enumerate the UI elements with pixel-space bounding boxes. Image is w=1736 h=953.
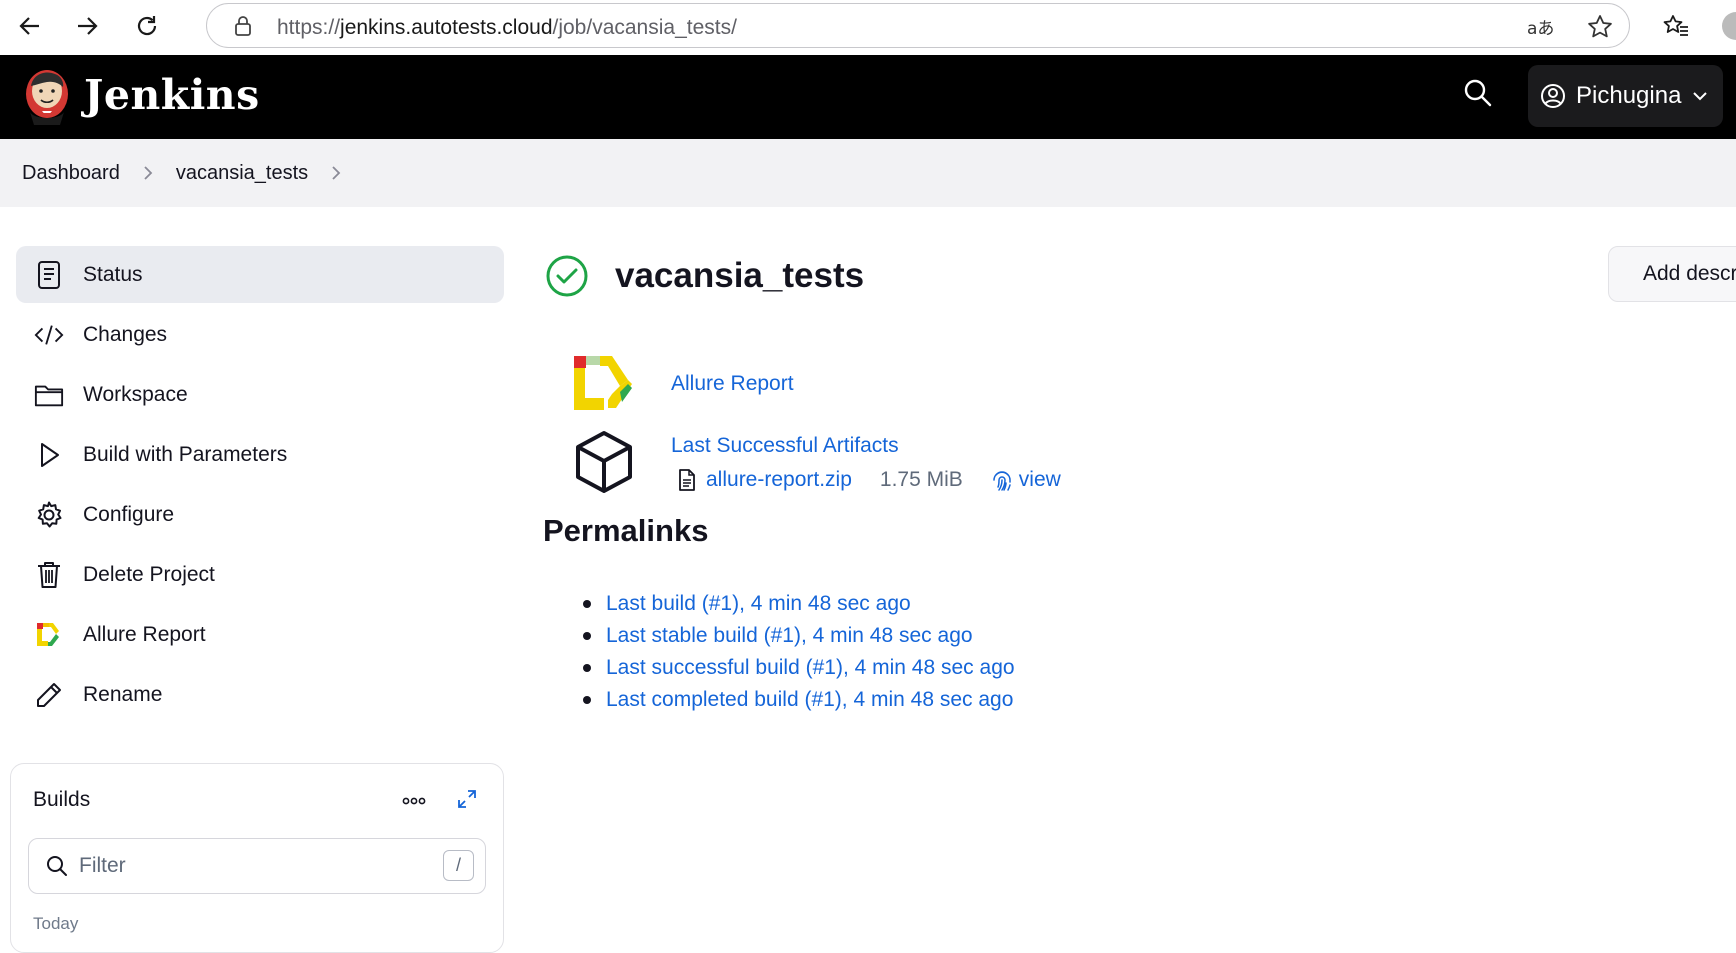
breadcrumb: Dashboard vacansia_tests: [0, 139, 1736, 207]
back-button[interactable]: [10, 8, 50, 44]
sidebar-item-label: Configure: [83, 502, 175, 526]
play-icon: [34, 440, 64, 470]
sidebar-item-status[interactable]: Status: [16, 246, 504, 303]
permalink-last-stable-build[interactable]: Last stable build (#1), 4 min 48 sec ago: [606, 624, 973, 648]
sidebar-item-allure-report[interactable]: Allure Report: [16, 606, 504, 663]
artifact-row: allure-report.zip 1.75 MiB view: [676, 468, 1061, 492]
sidebar-item-label: Changes: [83, 322, 168, 346]
add-description-button[interactable]: Add description: [1608, 246, 1736, 302]
sidebar-item-label: Status: [83, 262, 143, 286]
page-title: vacansia_tests: [615, 256, 865, 295]
sidebar-item-workspace[interactable]: Workspace: [16, 366, 504, 423]
fingerprint-icon: [993, 471, 1011, 491]
sidebar-item-rename[interactable]: Rename: [16, 666, 504, 723]
bullet: [583, 632, 591, 640]
address-bar[interactable]: https://jenkins.autotests.cloud/job/vaca…: [206, 3, 1630, 48]
bullet: [583, 696, 591, 704]
last-successful-artifacts-link[interactable]: Last Successful Artifacts: [671, 434, 899, 458]
svg-text:aあ: aあ: [1527, 19, 1553, 39]
breadcrumb-dashboard[interactable]: Dashboard: [22, 162, 120, 185]
allure-report-link[interactable]: Allure Report: [671, 372, 794, 396]
star-icon[interactable]: [1587, 14, 1613, 40]
builds-filter-input[interactable]: [79, 851, 409, 881]
pencil-icon: [34, 680, 64, 710]
allure-icon: [34, 620, 64, 650]
allure-logo-icon[interactable]: [570, 354, 636, 414]
artifact-view-label: view: [1018, 468, 1061, 491]
builds-panel: Builds / Today: [10, 763, 504, 953]
browser-toolbar: https://jenkins.autotests.cloud/job/vaca…: [0, 0, 1736, 55]
chevron-down-icon: [1693, 92, 1708, 101]
breadcrumb-job[interactable]: vacansia_tests: [176, 162, 308, 185]
profile-avatar[interactable]: [1722, 12, 1736, 40]
builds-filter[interactable]: /: [28, 838, 486, 894]
keyboard-shortcut-hint: /: [443, 850, 474, 881]
favorites-button[interactable]: [1656, 8, 1696, 44]
search-icon[interactable]: [1463, 78, 1493, 108]
bullet: [583, 664, 591, 672]
user-icon: [1541, 84, 1565, 108]
file-icon: [679, 469, 695, 491]
permalink-last-completed-build[interactable]: Last completed build (#1), 4 min 48 sec …: [606, 688, 1013, 712]
search-icon: [47, 856, 67, 876]
sidebar-item-label: Delete Project: [83, 562, 215, 586]
breadcrumb-job-menu[interactable]: [330, 164, 342, 182]
sidebar-item-label: Rename: [83, 682, 163, 706]
url-scheme: https://: [277, 16, 341, 39]
forward-button[interactable]: [67, 8, 107, 44]
breadcrumb-separator: [142, 164, 154, 182]
permalink-last-build[interactable]: Last build (#1), 4 min 48 sec ago: [606, 592, 911, 616]
folder-icon: [34, 380, 64, 410]
sidebar-item-delete-project[interactable]: Delete Project: [16, 546, 504, 603]
builds-title: Builds: [33, 788, 91, 811]
jenkins-header: Jenkins Pichugina: [0, 55, 1736, 139]
reload-icon: [137, 16, 157, 36]
sidebar-item-label: Workspace: [83, 382, 188, 406]
chevron-right-icon: [144, 166, 153, 180]
artifact-download-link[interactable]: allure-report.zip: [706, 468, 852, 492]
favorites-icon: [1663, 15, 1688, 36]
lock-icon: [235, 16, 251, 36]
list-item: Last successful build (#1), 4 min 48 sec…: [580, 652, 1015, 684]
package-icon: [576, 431, 632, 493]
sidebar-tasks: Status Changes Workspace Build with Para…: [16, 246, 504, 726]
artifact-view-link[interactable]: view: [991, 468, 1061, 492]
sidebar-item-label: Build with Parameters: [83, 442, 288, 466]
expand-icon[interactable]: [456, 788, 478, 810]
status-icon: [34, 260, 64, 290]
permalinks-heading: Permalinks: [543, 513, 709, 548]
list-item: Last stable build (#1), 4 min 48 sec ago: [580, 620, 1015, 652]
trash-icon: [34, 560, 64, 590]
user-menu-button[interactable]: Pichugina: [1528, 65, 1724, 127]
code-icon: [34, 320, 64, 350]
list-item: Last build (#1), 4 min 48 sec ago: [580, 588, 1015, 620]
success-status-icon: [546, 255, 588, 297]
forward-arrow-icon: [78, 17, 98, 35]
url-text: https://jenkins.autotests.cloud/job/vaca…: [277, 16, 737, 40]
sidebar-item-label: Allure Report: [83, 622, 206, 646]
permalink-last-successful-build[interactable]: Last successful build (#1), 4 min 48 sec…: [606, 656, 1015, 680]
more-options-icon[interactable]: [401, 788, 427, 814]
list-item: Last completed build (#1), 4 min 48 sec …: [580, 684, 1015, 716]
sidebar-item-changes[interactable]: Changes: [16, 306, 504, 363]
back-arrow-icon: [19, 17, 39, 35]
gear-icon: [34, 500, 64, 530]
user-name: Pichugina: [1576, 82, 1682, 109]
artifact-size: 1.75 MiB: [879, 468, 963, 491]
reload-button[interactable]: [127, 8, 167, 44]
jenkins-logo-icon[interactable]: [22, 67, 72, 127]
chevron-right-icon: [332, 166, 341, 180]
builds-today-label: Today: [33, 914, 79, 933]
permalinks-list: Last build (#1), 4 min 48 sec ago Last s…: [580, 588, 1015, 716]
bullet: [583, 600, 591, 608]
url-host: jenkins.autotests.cloud: [340, 16, 553, 39]
translate-icon[interactable]: aあ: [1525, 14, 1553, 40]
url-path: /job/vacansia_tests/: [552, 16, 737, 39]
jenkins-brand[interactable]: Jenkins: [84, 71, 260, 119]
add-description-label: Add description: [1643, 262, 1736, 285]
sidebar-item-build-with-parameters[interactable]: Build with Parameters: [16, 426, 504, 483]
sidebar-item-configure[interactable]: Configure: [16, 486, 504, 543]
